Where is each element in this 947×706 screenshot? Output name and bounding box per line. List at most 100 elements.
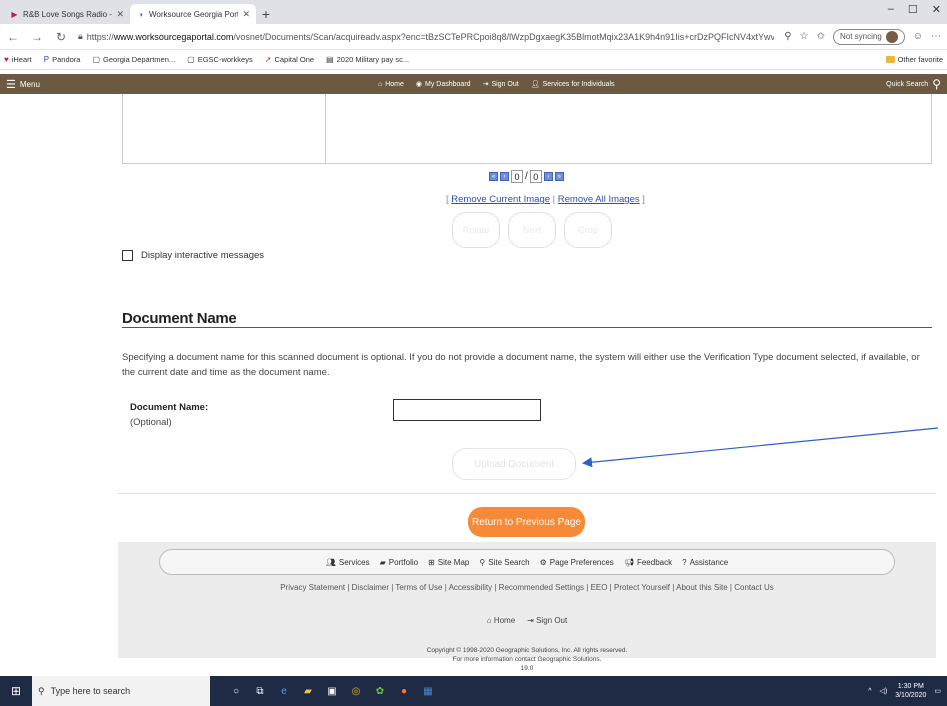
footer-link-services[interactable]: 👥︎ Services [326, 558, 370, 567]
close-icon[interactable]: ✕ [242, 9, 250, 20]
more-icon[interactable]: ⋯ [931, 31, 941, 42]
bookmark-pandora[interactable]: P Pandora [44, 55, 81, 64]
taskbar-search[interactable]: ⚲ Type here to search [32, 676, 210, 706]
feedback-icon[interactable]: ☺ [913, 31, 923, 42]
search-icon: ⚲ [479, 557, 486, 567]
remove-current-image-link[interactable]: Remove Current Image [451, 194, 550, 205]
file-explorer-icon[interactable]: ▰ [302, 685, 314, 697]
browser-tab-radio[interactable]: ▶ R&B Love Songs Radio - N ✕ [4, 4, 130, 24]
address-bar-actions: ⚲ ☆ ✩ Not syncing ☺ ⋯ [784, 28, 941, 45]
favorites-icon[interactable]: ✩ [817, 31, 825, 42]
document-name-input[interactable] [393, 399, 541, 421]
footer-link-feedback[interactable]: 📢︎ Feedback [624, 558, 672, 567]
windows-start-icon[interactable]: ⊞ [0, 676, 32, 706]
refresh-icon[interactable]: ↻ [54, 30, 68, 44]
interactive-messages-checkbox[interactable] [122, 250, 133, 261]
current-page-field[interactable]: 0 [511, 170, 523, 183]
next-button[interactable]: Next [508, 212, 556, 248]
url-field[interactable]: 🔒︎ https://www.worksourcegaportal.com/vo… [78, 31, 774, 42]
nav-home[interactable]: ⌂ Home [378, 81, 404, 88]
browser-tab-worksource[interactable]: ◑ Worksource Georgia Portal - Scr ✕ [130, 4, 256, 24]
upload-document-button[interactable]: Upload Document [452, 448, 576, 480]
task-view-icon[interactable]: ⧉ [254, 685, 266, 697]
bookmark-military-pay[interactable]: ▤ 2020 Military pay sc... [326, 55, 409, 64]
footer-link-label: Site Search [488, 557, 530, 567]
close-window-button[interactable]: ✕ [932, 3, 941, 16]
version-text: 19.0 [520, 665, 534, 672]
cortana-icon[interactable]: ○ [230, 685, 242, 697]
hamburger-icon: ☰ [6, 78, 16, 91]
close-icon[interactable]: ✕ [116, 9, 124, 20]
bookmark-other-favorites[interactable]: Other favorite [885, 55, 943, 64]
forward-arrow-icon[interactable]: → [30, 30, 44, 44]
iheart-icon: ♥ [4, 55, 9, 64]
scan-viewer [122, 94, 932, 164]
windows-taskbar: ⊞ ⚲ Type here to search ○ ⧉ e ▰ ▣ ◎ ✿ ● … [0, 676, 947, 706]
return-to-previous-page-button[interactable]: Return to Previous Page [468, 507, 585, 537]
bookmark-egsc[interactable]: ▢ EGSC-workkeys [187, 55, 253, 64]
page-separator: / [525, 171, 528, 182]
back-arrow-icon[interactable]: ← [6, 30, 20, 44]
site-nav-bar: ☰ Menu ⌂ Home ◉ My Dashboard ⇥ Sign Out 👤︎ S… [0, 74, 947, 94]
address-bar: ← → ↻ 🔒︎ https://www.worksourcegaportal.… [0, 24, 947, 50]
megaphone-icon: 📢︎ [623, 557, 634, 567]
tab-title: R&B Love Songs Radio - N [23, 9, 113, 19]
nav-services[interactable]: 👤︎ Services for Individuals [531, 80, 615, 89]
bookmark-iheart[interactable]: ♥ iHeart [4, 55, 32, 64]
lock-icon: 🔒︎ [78, 31, 83, 41]
clock[interactable]: 1:30 PM 3/10/2020 [895, 682, 926, 700]
remove-image-links: [ Remove Current Image | Remove All Imag… [446, 194, 645, 205]
zoom-icon[interactable]: ⚲ [784, 31, 791, 42]
notifications-icon[interactable]: ▭ [934, 687, 941, 695]
first-page-icon[interactable]: « [489, 172, 498, 181]
next-page-icon[interactable]: › [543, 172, 553, 181]
copyright-text: Copyright © 1998-2020 Geographic Solutio… [426, 647, 628, 654]
footer-link-site-search[interactable]: ⚲ Site Search [479, 558, 529, 567]
previous-page-icon[interactable]: ‹ [500, 172, 509, 181]
footer-home-label: Home [493, 616, 516, 625]
document-name-hint: (Optional) [130, 417, 172, 428]
folder-icon [885, 56, 895, 63]
crop-button[interactable]: Crop [564, 212, 612, 248]
bookmark-georgia[interactable]: ▢ Georgia Departmen... [92, 55, 175, 64]
capital-one-icon: ➚ [264, 55, 272, 64]
footer-legal-links[interactable]: Privacy Statement | Disclaimer | Terms o… [118, 583, 936, 592]
bookmark-capital-one[interactable]: ➚ Capital One [265, 55, 314, 64]
rotate-button[interactable]: Rotate [452, 212, 500, 248]
footer-link-label: Site Map [437, 557, 470, 567]
footer-link-assistance[interactable]: ? Assistance [682, 558, 728, 567]
footer-signout-link[interactable]: ⇥ Sign Out [527, 616, 567, 625]
taskbar-apps: ○ ⧉ e ▰ ▣ ◎ ✿ ● ▦ [230, 685, 434, 697]
firefox-icon[interactable]: ● [398, 685, 410, 697]
volume-icon[interactable]: ◁) [880, 687, 888, 695]
new-tab-button[interactable]: + [256, 4, 276, 24]
system-tray: ^ ◁) 1:30 PM 3/10/2020 ▭ [868, 682, 947, 700]
chrome-icon[interactable]: ◎ [350, 685, 362, 697]
section-description: Specifying a document name for this scan… [122, 352, 920, 378]
interactive-messages-option: Display interactive messages [122, 250, 264, 261]
menu-button[interactable]: ☰ Menu [6, 78, 40, 91]
nav-dashboard[interactable]: ◉ My Dashboard [416, 80, 471, 89]
footer-home-link[interactable]: ⌂ Home [487, 616, 515, 625]
app-icon[interactable]: ✿ [374, 685, 386, 697]
last-page-icon[interactable]: » [554, 172, 564, 181]
edge-icon[interactable]: e [278, 685, 290, 697]
footer-link-page-preferences[interactable]: ⚙ Page Preferences [540, 558, 614, 567]
word-icon[interactable]: ▦ [422, 685, 434, 697]
page-navigator: « ‹ 0 / 0 › » [489, 170, 564, 183]
quick-search-button[interactable]: Quick Search ⚲ [886, 77, 941, 91]
minimize-button[interactable]: – [888, 3, 894, 16]
footer-link-label: Portfolio [388, 557, 419, 567]
bookmark-label: Capital One [274, 55, 315, 64]
maximize-button[interactable]: ☐ [908, 3, 918, 16]
nav-sign-out[interactable]: ⇥ Sign Out [483, 80, 519, 89]
star-icon[interactable]: ☆ [800, 31, 809, 42]
remove-all-images-link[interactable]: Remove All Images [558, 194, 640, 205]
footer-link-portfolio[interactable]: ▰ Portfolio [380, 558, 419, 567]
store-icon[interactable]: ▣ [326, 685, 338, 697]
sync-button[interactable]: Not syncing [832, 28, 905, 45]
bookmark-label: 2020 Military pay sc... [336, 55, 410, 64]
footer-link-site-map[interactable]: ⊞ Site Map [428, 558, 469, 567]
chevron-up-icon[interactable]: ^ [868, 688, 871, 695]
image-action-buttons: Rotate Next Crop [452, 212, 612, 248]
